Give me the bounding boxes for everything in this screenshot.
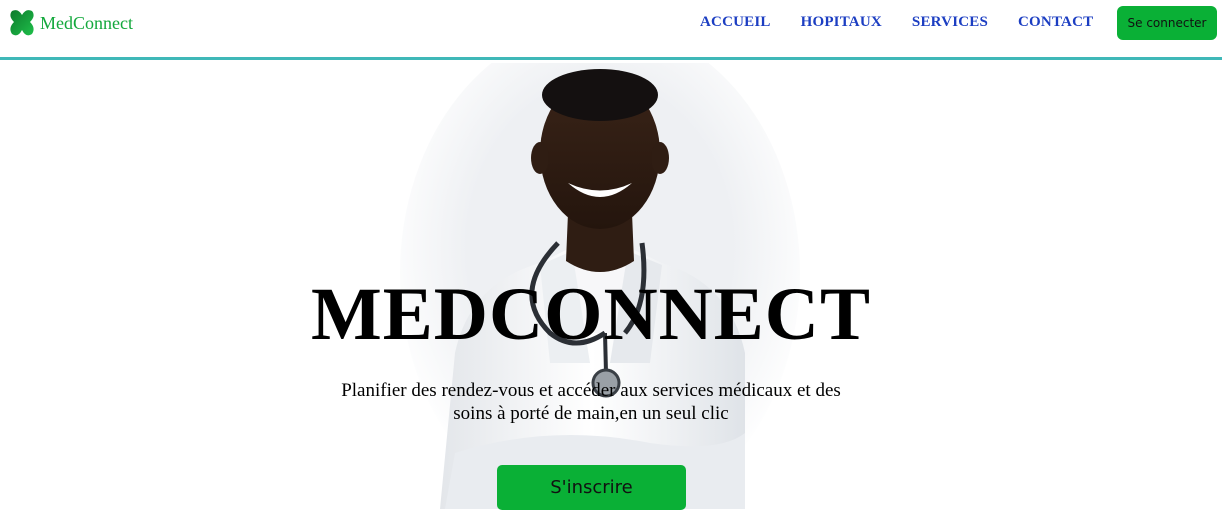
navbar: MedConnect ACCUEIL HOPITAUX SERVICES CON… (0, 0, 1222, 60)
signup-button[interactable]: S'inscrire (497, 465, 686, 510)
brand-name: MedConnect (40, 12, 133, 33)
hero-section: MEDCONNECT Planifier des rendez-vous et … (0, 63, 1222, 532)
nav-link-contact[interactable]: CONTACT (1018, 14, 1093, 31)
nav-link-services[interactable]: SERVICES (912, 14, 988, 31)
login-button[interactable]: Se connecter (1117, 6, 1217, 40)
nav-link-hopitaux[interactable]: HOPITAUX (801, 14, 882, 31)
nav-link-accueil[interactable]: ACCUEIL (700, 14, 771, 31)
hero-title: MEDCONNECT (310, 273, 871, 356)
green-cross-logo-icon (8, 8, 36, 38)
main-nav: ACCUEIL HOPITAUX SERVICES CONTACT (700, 14, 1093, 31)
brand-logo-link[interactable]: MedConnect (8, 8, 133, 38)
hero-subtitle: Planifier des rendez-vous et accéder aux… (341, 380, 841, 424)
